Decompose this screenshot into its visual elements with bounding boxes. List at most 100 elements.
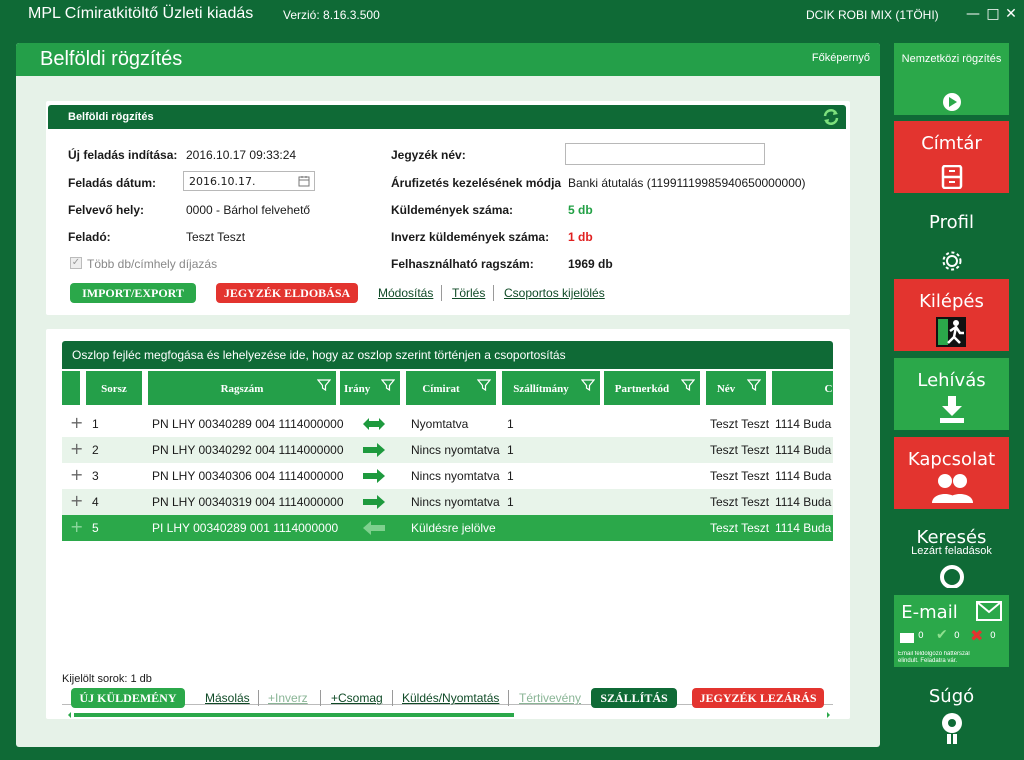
maximize-icon[interactable]: □ (986, 6, 1000, 22)
sidebar-lehivas[interactable]: Lehívás (894, 358, 1009, 430)
ship-button[interactable]: SZÁLLÍTÁS (591, 688, 677, 708)
sidebar-profil[interactable]: Profil (894, 200, 1009, 272)
separator (320, 690, 321, 706)
title-bar: MPL Címiratkitöltő Üzleti kiadás Verzió:… (0, 0, 1024, 32)
col-label: Sorsz (101, 383, 127, 395)
new-shipment-button[interactable]: ÚJ KÜLDEMÉNY (71, 688, 185, 708)
sidebar-sugo[interactable]: Súgó (894, 674, 1009, 746)
payment-value: Banki átutalás (11991119985940650000000) (568, 176, 806, 190)
copy-link[interactable]: Másolás (205, 691, 250, 705)
col-header-szallitmany[interactable]: Szállítmány (502, 371, 602, 405)
minimize-icon[interactable]: — (966, 6, 980, 22)
import-export-button[interactable]: IMPORT/EXPORT (70, 283, 196, 303)
payment-label: Árufizetés kezelésének módja (391, 176, 562, 190)
multi-checkbox[interactable]: ✓ (70, 257, 82, 269)
package-link[interactable]: +Csomag (331, 691, 383, 705)
close-list-button[interactable]: JEGYZÉK LEZÁRÁS (692, 688, 824, 708)
inverse-value: 1 db (568, 230, 593, 244)
panel-header: Belföldi rögzítés Főképernyő (16, 43, 880, 76)
cell-cim: 1114 Buda (775, 469, 832, 483)
return-receipt-link[interactable]: Tértivevény (519, 691, 581, 705)
calendar-icon[interactable] (298, 175, 310, 187)
col-header-nev[interactable]: Név (706, 371, 768, 405)
new-start-label: Új feladás indítása: (68, 148, 178, 162)
filter-icon[interactable] (381, 378, 395, 392)
expand-icon[interactable]: + (70, 413, 83, 432)
inverse-label: Inverz küldemények száma: (391, 230, 550, 244)
play-icon (942, 93, 961, 111)
form-card-header: Belföldi rögzítés (48, 105, 846, 129)
col-header-irany[interactable]: Irány (340, 371, 402, 405)
home-link[interactable]: Főképernyő (812, 52, 870, 64)
cell-nev: Teszt Teszt (710, 521, 770, 535)
cell-szallitmany: 1 (507, 443, 514, 457)
date-field[interactable]: 2016.10.17. (183, 171, 315, 191)
list-name-input[interactable] (565, 143, 765, 165)
cell-sorsz: 5 (92, 521, 99, 535)
email-count-ok: 0 (954, 631, 960, 641)
filter-icon[interactable] (477, 378, 491, 392)
col-label: Szállítmány (513, 383, 569, 395)
cell-cimirat: Küldésre jelölve (411, 521, 496, 535)
group-by-area[interactable]: Oszlop fejléc megfogása és lehelyezése i… (62, 341, 833, 369)
expand-icon[interactable]: + (70, 465, 83, 484)
table-row[interactable]: +2 PN LHY 00340292 004 1114000000 Nincs ny… (62, 437, 833, 463)
cell-cimirat: Nincs nyomtatva (411, 495, 500, 509)
separator (493, 285, 494, 301)
cell-ragszam: PN LHY 00340319 004 1114000000 (152, 495, 344, 509)
inverse-link[interactable]: +Inverz (268, 691, 308, 705)
col-header-partnerkod[interactable]: Partnerkód (604, 371, 702, 405)
sidebar-kereses[interactable]: Keresés Lezárt feladások (894, 516, 1009, 588)
expand-icon[interactable]: + (70, 439, 83, 458)
col-header-cimirat[interactable]: Címirat (406, 371, 498, 405)
expand-icon[interactable]: + (70, 517, 83, 536)
table-row[interactable]: +1 PN LHY 00340289 004 1114000000 Nyomtatv… (62, 411, 833, 437)
email-status-note: Email feldolgozó háttérszál elindult. Fe… (898, 651, 970, 664)
send-print-link[interactable]: Küldés/Nyomtatás (402, 691, 499, 705)
direction-right-icon (363, 469, 385, 483)
sidebar-cimtar[interactable]: Címtár (894, 121, 1009, 193)
cell-szallitmany: 1 (507, 495, 514, 509)
sender-label: Feladó: (68, 230, 111, 244)
filter-icon[interactable] (581, 378, 595, 392)
table-row[interactable]: +4 PN LHY 00340319 004 1114000000 Nincs ny… (62, 489, 833, 515)
col-label: C (824, 383, 833, 395)
gear-icon (942, 251, 961, 271)
close-icon[interactable]: ✕ (1004, 6, 1018, 22)
sidebar-email[interactable]: E-mail 0 ✔ 0 ✖ 0 Email feldolgozó háttér… (894, 595, 1009, 667)
delete-link[interactable]: Törlés (452, 286, 485, 300)
avail-label: Felhasználható ragszám: (391, 257, 534, 271)
modify-link[interactable]: Módosítás (378, 286, 433, 300)
col-label: Címirat (422, 383, 460, 395)
form-card-title: Belföldi rögzítés (68, 111, 154, 123)
col-label: Ragszám (220, 383, 264, 395)
avail-value: 1969 db (568, 257, 613, 271)
discard-list-button[interactable]: JEGYZÉK ELDOBÁSA (216, 283, 358, 303)
count-value: 5 db (568, 203, 593, 217)
cell-cimirat: Nincs nyomtatva (411, 469, 500, 483)
grid-header-expander (62, 371, 82, 405)
refresh-icon[interactable] (822, 108, 840, 126)
expand-icon[interactable]: + (70, 491, 83, 510)
selected-info: Kijelölt sorok: 1 db (62, 673, 152, 685)
sidebar-kapcsolat[interactable]: Kapcsolat (894, 437, 1009, 509)
col-header-sorsz[interactable]: Sorsz (86, 371, 144, 405)
sidebar-kilepes[interactable]: Kilépés (894, 279, 1009, 351)
separator (508, 690, 509, 706)
group-select-link[interactable]: Csoportos kijelölés (504, 286, 605, 300)
table-row[interactable]: +5 PI LHY 00340289 001 1114000000 Küldésre… (62, 515, 833, 541)
main-panel: Belföldi rögzítés Főképernyő Belföldi rö… (16, 43, 880, 747)
col-header-cim[interactable]: C (772, 371, 833, 405)
sidebar-item-label: Súgó (928, 686, 975, 707)
filter-icon[interactable] (317, 378, 331, 392)
sidebar-intl[interactable]: Nemzetközi rögzítés (894, 43, 1009, 115)
filter-icon[interactable] (747, 378, 761, 392)
date-value: 2016.10.17. (189, 175, 256, 188)
list-name-label: Jegyzék név: (391, 148, 466, 162)
table-row[interactable]: +3 PN LHY 00340306 004 1114000000 Nincs ny… (62, 463, 833, 489)
separator (258, 690, 259, 706)
col-header-ragszam[interactable]: Ragszám (148, 371, 338, 405)
cell-sorsz: 2 (92, 443, 99, 457)
filter-icon[interactable] (681, 378, 695, 392)
cell-cimirat: Nyomtatva (411, 417, 469, 431)
